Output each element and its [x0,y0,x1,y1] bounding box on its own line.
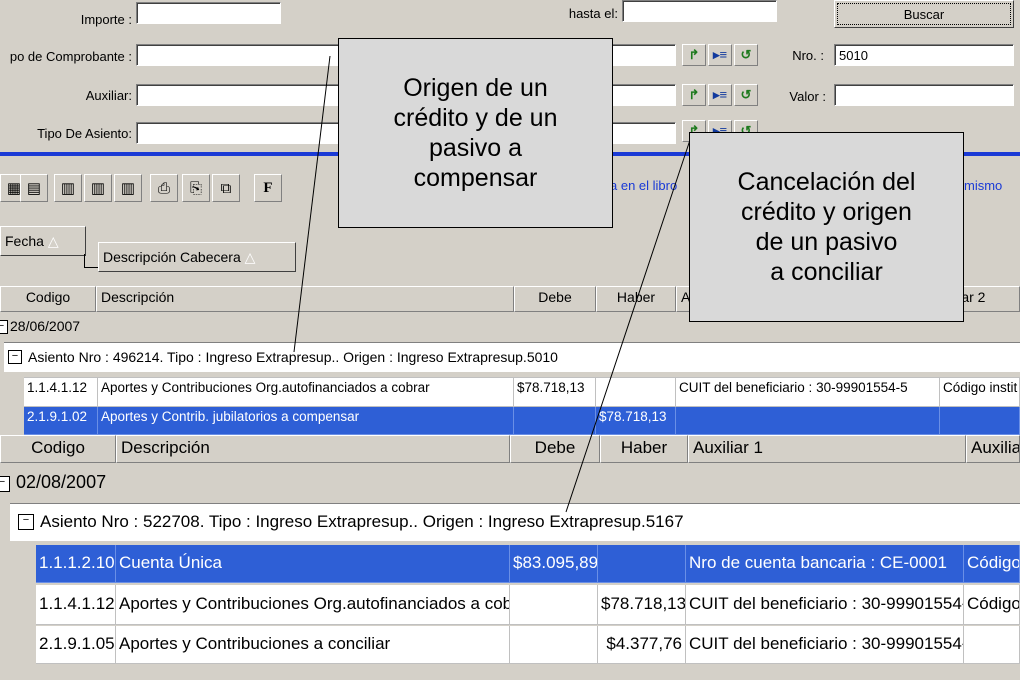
group-descripcion-cabecera[interactable]: Descripción Cabecera △ [98,242,296,272]
hasta-input[interactable] [622,0,777,22]
sort-up-icon: △ [47,233,59,249]
col-debe[interactable]: Debe [514,286,596,312]
grid2-header: Codigo Descripción Debe Haber Auxiliar 1… [0,435,1020,463]
preview-icon[interactable]: ⎘ [182,174,210,202]
tipo-comprobante-label: po de Comprobante : [9,49,132,64]
table-row-selected[interactable]: 2.1.9.1.02 Aportes y Contrib. jubilatori… [24,407,1020,435]
collapse-icon[interactable]: − [0,320,8,334]
col-codigo[interactable]: Codigo [0,286,96,312]
valor-label: Valor : [789,89,826,104]
table-row-selected[interactable]: 1.1.1.2.10 Cuenta Única $83.095,89 Nro d… [36,545,1020,583]
undo-icon[interactable]: ↺ [734,44,758,66]
buscar-button[interactable]: Buscar [834,0,1014,28]
select-arrow-icon[interactable]: ↱ [682,84,706,106]
formula-icon[interactable]: F [254,174,282,202]
grid1-asiento-group: Asiento Nro : 496214. Tipo : Ingreso Ext… [28,349,558,365]
callout-left: Origen de un crédito y de un pasivo a co… [338,38,613,228]
undo-icon[interactable]: ↺ [734,84,758,106]
group-connector [84,254,98,268]
col-descripcion[interactable]: Descripción [116,435,510,463]
export-icon[interactable]: ▤ [20,174,48,202]
columns-filter-icon[interactable]: ▥ [114,174,142,202]
columns-split-icon[interactable]: ▥ [84,174,112,202]
print-icon[interactable]: ⎙ [150,174,178,202]
col-haber[interactable]: Haber [600,435,688,463]
col-auxiliar2[interactable]: Auxiliar [966,435,1020,463]
select-arrow-icon[interactable]: ↱ [682,44,706,66]
toolbar-link-mismo[interactable]: mismo [964,178,1002,193]
copy-icon[interactable]: ⧉ [212,174,240,202]
auxiliar-label: Auxiliar: [85,88,132,103]
grid2-date-group: 02/08/2007 [16,472,107,492]
toolbar-link-libro[interactable]: a en el libro [610,178,677,193]
collapse-icon[interactable]: − [0,476,10,492]
callout-right: Cancelación del crédito y origen de un p… [689,132,964,322]
col-debe[interactable]: Debe [510,435,600,463]
nro-label: Nro. : [792,48,824,63]
col-auxiliar1[interactable]: Auxiliar 1 [688,435,966,463]
collapse-icon[interactable]: − [18,514,34,530]
columns-icon[interactable]: ▥ [54,174,82,202]
group-fecha[interactable]: Fecha △ [0,226,86,256]
valor-input[interactable] [834,84,1014,106]
table-row[interactable]: 1.1.4.1.12 Aportes y Contribuciones Org.… [36,585,1020,625]
table-row[interactable]: 2.1.9.1.05 Aportes y Contribuciones a co… [36,626,1020,664]
list-select-icon[interactable]: ▸≡ [708,84,732,106]
nro-input[interactable]: 5010 [834,44,1014,66]
list-select-icon[interactable]: ▸≡ [708,44,732,66]
col-descripcion[interactable]: Descripción [96,286,514,312]
sort-up-icon: △ [244,249,256,265]
collapse-icon[interactable]: − [8,350,22,364]
importe-label: Importe : [80,12,132,27]
grid1-date-group: 28/06/2007 [10,318,81,334]
buscar-button-label: Buscar [903,6,945,22]
table-row[interactable]: 1.1.4.1.12 Aportes y Contribuciones Org.… [24,377,1020,407]
col-codigo[interactable]: Codigo [0,435,116,463]
col-haber[interactable]: Haber [596,286,676,312]
grid2-asiento-group: Asiento Nro : 522708. Tipo : Ingreso Ext… [40,512,684,531]
hasta-label: hasta el: [568,6,618,21]
tipo-asiento-label: Tipo De Asiento: [37,126,132,141]
importe-input[interactable] [136,2,281,24]
